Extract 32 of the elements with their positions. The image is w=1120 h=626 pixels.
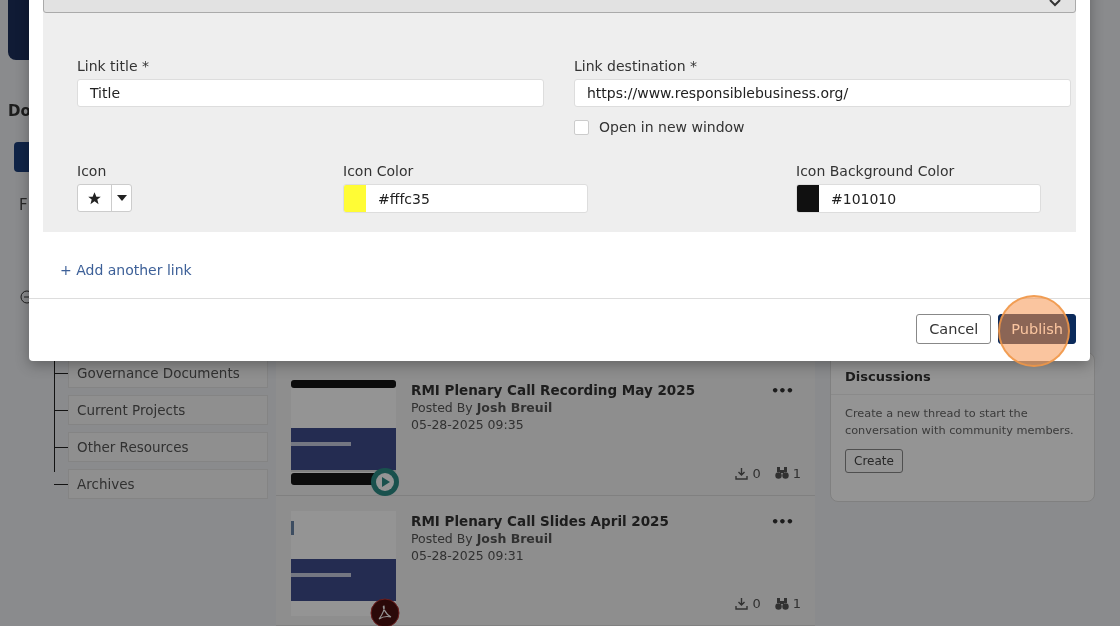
input-field[interactable]: https://www.responsiblebusiness.org/ <box>574 79 1071 107</box>
post-author: Posted By Josh Breuil <box>411 400 554 415</box>
cancel-button[interactable]: Cancel <box>916 314 992 344</box>
card-text: Create a new thread to start the conversation with community members. <box>844 406 1075 439</box>
post-title[interactable]: RMI Plenary Call Recording May 2025 <box>411 382 696 398</box>
page-heading: Do <box>8 102 31 120</box>
create-button[interactable]: Create <box>845 449 903 473</box>
view-count: 1 <box>792 596 801 611</box>
color-field[interactable]: #101010 <box>796 184 1041 213</box>
publish-button[interactable]: Publish <box>998 314 1076 344</box>
input-field[interactable]: Title <box>77 79 544 107</box>
add-link[interactable]: + Add another link <box>60 262 192 278</box>
field-label: Link title * <box>77 58 150 74</box>
folder-item[interactable]: Current Projects <box>68 395 268 425</box>
field-label: Icon <box>77 163 108 179</box>
color-field[interactable]: #fffc35 <box>343 184 588 213</box>
field-label: Icon Background Color <box>796 163 956 179</box>
view-count: 1 <box>792 465 801 481</box>
more-button[interactable]: ••• <box>771 383 793 398</box>
more-button[interactable]: ••• <box>771 513 793 529</box>
field-label: Icon Color <box>343 163 415 179</box>
post-date: 05-28-2025 09:31 <box>411 547 525 563</box>
field-label: Link destination * <box>574 58 698 74</box>
download-count: 0 <box>752 465 761 481</box>
download-count: 0 <box>752 596 761 611</box>
post-title[interactable]: RMI Plenary Call Slides April 2025 <box>411 512 669 529</box>
checkbox-label: Open in new window <box>599 119 745 135</box>
folder-item[interactable]: Other Resources <box>68 432 268 462</box>
filter-label: F <box>19 196 28 214</box>
post-author: Posted By Josh Breuil <box>411 530 554 546</box>
post-date: 05-28-2025 09:35 <box>411 417 525 432</box>
folder-item[interactable]: Archives <box>68 469 268 499</box>
